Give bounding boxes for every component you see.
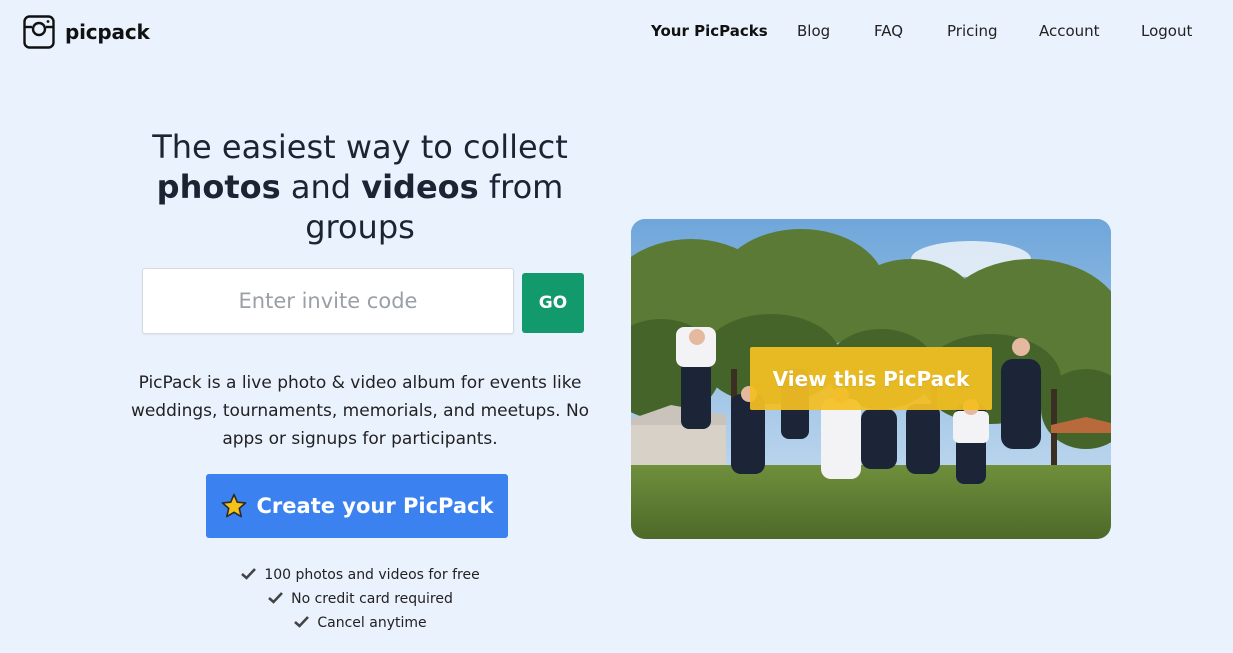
hero-title-photos: photos	[156, 168, 281, 206]
feature-item: 100 photos and videos for free	[110, 563, 610, 587]
feature-text: 100 photos and videos for free	[264, 567, 480, 583]
nav-blog[interactable]: Blog	[797, 22, 830, 40]
hero-title-line1: The easiest way to collect	[152, 128, 568, 166]
view-picpack-button[interactable]: View this PicPack	[750, 347, 992, 410]
nav-faq[interactable]: FAQ	[874, 22, 903, 40]
invite-code-input[interactable]	[142, 268, 514, 334]
feature-item: No credit card required	[110, 587, 610, 611]
sample-album-card[interactable]: View this PicPack	[631, 219, 1111, 539]
go-button[interactable]: GO	[522, 273, 584, 333]
nav-pricing[interactable]: Pricing	[947, 22, 998, 40]
hero-title-and: and	[280, 168, 362, 206]
feature-item: Cancel anytime	[110, 611, 610, 635]
checkmark-icon	[294, 616, 310, 628]
hero-title-line3: groups	[305, 208, 415, 246]
feature-list: 100 photos and videos for free No credit…	[110, 563, 610, 635]
hero-title-from: from	[478, 168, 564, 206]
star-icon	[221, 493, 246, 518]
hero-title-videos: videos	[361, 168, 479, 206]
main-nav: Your PicPacks Blog FAQ Pricing Account L…	[0, 22, 1233, 44]
create-picpack-button[interactable]: Create your PicPack	[206, 474, 508, 538]
hero-title: The easiest way to collect photos and vi…	[110, 127, 610, 247]
checkmark-icon	[241, 568, 257, 580]
nav-your-picpacks[interactable]: Your PicPacks	[651, 22, 768, 40]
create-picpack-label: Create your PicPack	[256, 494, 494, 518]
nav-account[interactable]: Account	[1039, 22, 1100, 40]
description-text: PicPack is a live photo & video album fo…	[130, 373, 590, 449]
nav-logout[interactable]: Logout	[1141, 22, 1192, 40]
feature-text: Cancel anytime	[317, 615, 427, 631]
checkmark-icon	[268, 592, 284, 604]
feature-text: No credit card required	[291, 591, 453, 607]
